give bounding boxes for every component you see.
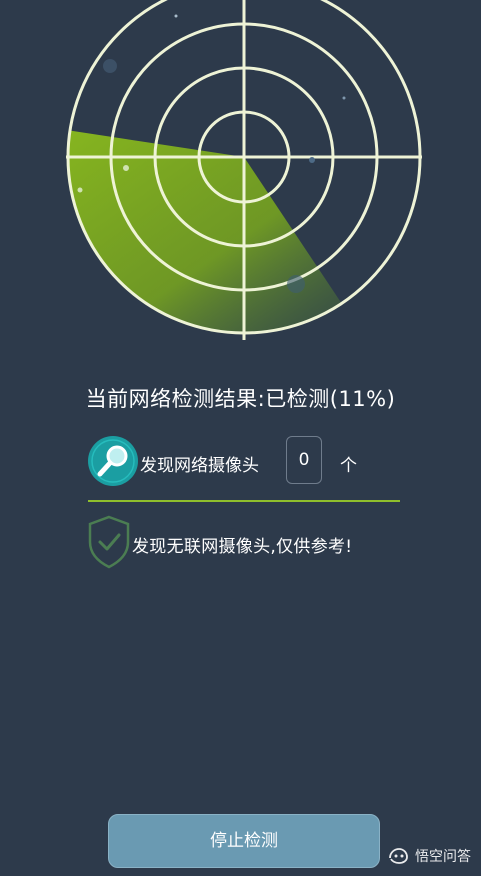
network-camera-label: 发现网络摄像头 bbox=[140, 456, 259, 476]
divider bbox=[88, 500, 400, 502]
network-camera-row: 发现网络摄像头 0 个 bbox=[88, 434, 400, 490]
offline-camera-label: 发现无联网摄像头,仅供参考! bbox=[132, 537, 353, 557]
shield-check-icon bbox=[88, 515, 130, 569]
search-icon bbox=[88, 436, 138, 486]
watermark: 悟空问答 bbox=[387, 846, 471, 872]
radar-scanner bbox=[66, 0, 422, 340]
camera-count-unit: 个 bbox=[340, 456, 357, 476]
scan-status-text: 当前网络检测结果:已检测(11%) bbox=[85, 387, 396, 411]
wukong-icon bbox=[388, 848, 408, 864]
stop-detection-button[interactable]: 停止检测 bbox=[108, 814, 380, 868]
offline-camera-row: 发现无联网摄像头,仅供参考! bbox=[86, 514, 406, 570]
app-screen: 当前网络检测结果:已检测(11%) 发现网络摄像头 0 个 发现无联网摄像头,仅… bbox=[0, 0, 481, 876]
camera-count-value: 0 bbox=[286, 436, 322, 484]
watermark-text: 悟空问答 bbox=[415, 849, 471, 865]
